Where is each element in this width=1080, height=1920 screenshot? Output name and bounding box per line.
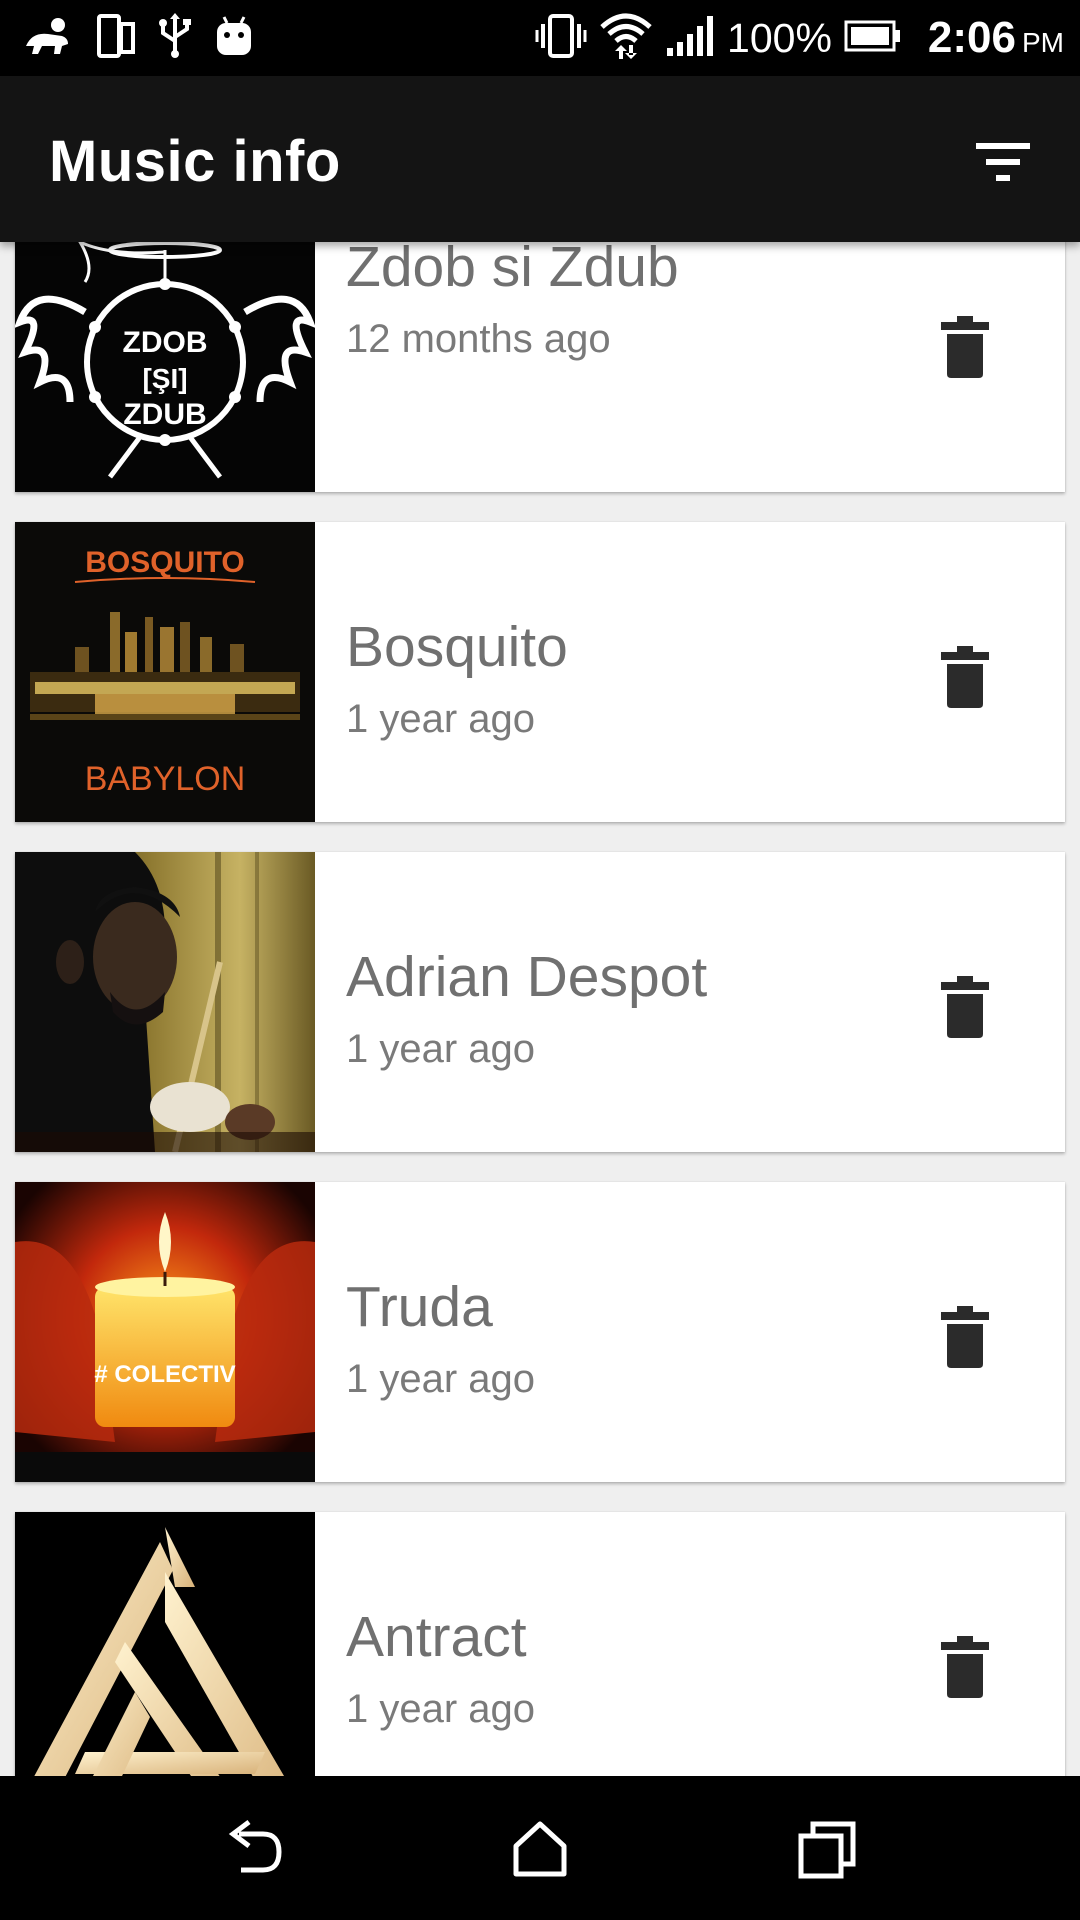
page-title: Music info [49,129,341,194]
item-title: Bosquito [346,615,568,679]
album-art: BOSQUITO BABYLON [15,522,315,822]
home-icon [513,1821,567,1877]
usb-icon [158,12,192,64]
album-art: ZDOB [ŞI] ZDUB [15,242,315,492]
music-list: ZDOB [ŞI] ZDUB Zdob si Zdub 12 months ag… [0,242,1080,1776]
trash-icon [941,1306,989,1368]
trash-icon [941,646,989,708]
item-subtitle: 1 year ago [346,697,536,741]
clock-time: 2:06 [927,13,1016,62]
phone-device-icon [96,13,136,64]
item-subtitle: 12 months ago [346,317,611,361]
item-title: Truda [346,1275,493,1339]
back-button[interactable] [217,1812,289,1884]
back-icon [228,1820,282,1873]
baby-crawl-icon [22,16,74,61]
item-subtitle: 1 year ago [346,1357,536,1401]
album-art [15,852,315,1152]
art-text: BABYLON [85,760,246,798]
vibrate-icon [535,12,587,65]
battery-icon [844,20,902,57]
status-bar: 100% 2:06 PM [0,0,1080,76]
delete-button[interactable] [935,314,995,380]
art-text: # COLECTIV [94,1361,235,1388]
delete-button[interactable] [935,644,995,710]
item-title: Adrian Despot [346,945,708,1009]
delete-button[interactable] [935,1634,995,1700]
item-title: Antract [346,1605,527,1669]
art-text: ZDUB [123,398,206,431]
navigation-bar [0,1776,1080,1920]
trash-icon [941,976,989,1038]
home-button[interactable] [504,1812,576,1884]
signal-icon [665,14,715,63]
filter-button[interactable] [970,133,1036,193]
album-art: # COLECTIV [15,1182,315,1482]
list-item[interactable]: ZDOB [ŞI] ZDUB Zdob si Zdub 12 months ag… [15,242,1065,492]
art-text: ZDOB [123,326,208,359]
list-item[interactable]: Adrian Despot 1 year ago [15,852,1065,1152]
trash-icon [941,1636,989,1698]
app-bar: Music info [0,76,1080,242]
delete-button[interactable] [935,1304,995,1370]
trash-icon [941,316,989,378]
item-subtitle: 1 year ago [346,1027,536,1071]
delete-button[interactable] [935,974,995,1040]
recents-icon [798,1821,856,1879]
filter-icon [976,143,1030,181]
wifi-icon [599,11,653,66]
battery-percent: 100% [727,14,832,61]
android-icon [214,15,254,62]
clock-ampm: PM [1022,27,1064,58]
album-art [15,1512,315,1776]
list-item[interactable]: # COLECTIV Truda 1 year ago [15,1182,1065,1482]
recents-button[interactable] [791,1812,863,1884]
item-title: Zdob si Zdub [346,242,679,299]
list-item[interactable]: Antract 1 year ago [15,1512,1065,1776]
art-text: [ŞI] [142,363,187,394]
item-subtitle: 1 year ago [346,1687,536,1731]
art-text: BOSQUITO [85,546,244,579]
list-item[interactable]: BOSQUITO BABYLON Bosquito 1 year ago [15,522,1065,822]
